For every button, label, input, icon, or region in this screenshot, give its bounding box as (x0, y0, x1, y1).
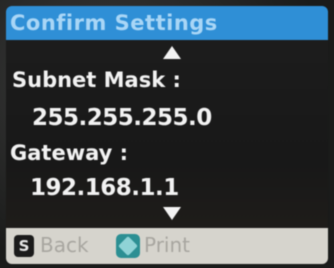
scroll-up-icon[interactable] (163, 46, 181, 59)
back-key-icon[interactable]: S (14, 235, 34, 257)
start-diamond-icon[interactable] (116, 234, 140, 258)
scroll-down-icon[interactable] (163, 207, 181, 220)
device-bezel: Confirm Settings Subnet Mask : 255.255.2… (0, 0, 334, 268)
button-bar: S Back Print (6, 228, 328, 264)
subnet-mask-label: Subnet Mask : (12, 68, 181, 92)
print-button-label[interactable]: Print (144, 233, 190, 257)
lcd-screen: Confirm Settings Subnet Mask : 255.255.2… (6, 6, 328, 264)
gateway-value: 192.168.1.1 (30, 175, 179, 201)
title-bar: Confirm Settings (6, 6, 328, 40)
page-title: Confirm Settings (10, 11, 218, 35)
subnet-mask-value: 255.255.255.0 (32, 105, 212, 131)
gateway-label: Gateway : (10, 141, 129, 165)
back-button-label[interactable]: Back (40, 233, 89, 257)
